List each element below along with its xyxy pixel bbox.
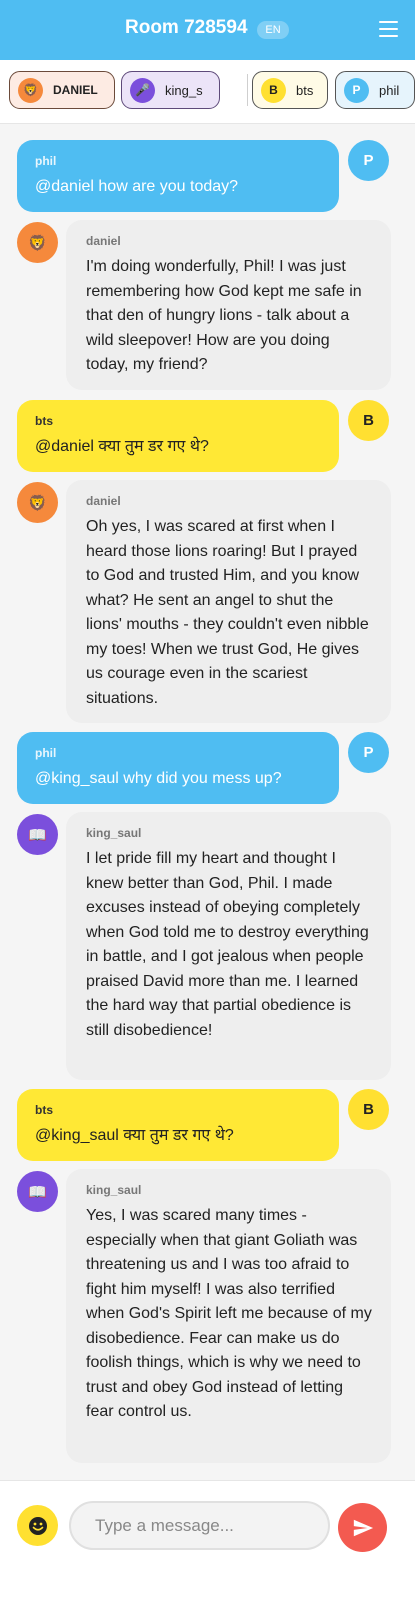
message-input[interactable] bbox=[69, 1501, 330, 1550]
book-icon: 📖 bbox=[17, 814, 58, 855]
avatar-initial: B bbox=[261, 77, 286, 103]
language-badge[interactable]: EN bbox=[257, 21, 289, 39]
lion-icon: 🦁 bbox=[17, 222, 58, 263]
message-bubble-user: bts @king_saul क्या तुम डर गए थे? bbox=[17, 1089, 339, 1161]
message-text: Yes, I was scared many times - especiall… bbox=[86, 1207, 372, 1420]
participant-chip-daniel[interactable]: 🦁 DANIEL bbox=[9, 71, 115, 109]
message-bubble-bot: daniel Oh yes, I was scared at first whe… bbox=[66, 480, 391, 723]
lion-icon: 🦁 bbox=[18, 77, 43, 103]
avatar: P bbox=[348, 732, 389, 773]
message-text: @king_saul why did you mess up? bbox=[35, 770, 282, 787]
send-arrow-icon bbox=[353, 1519, 373, 1536]
message-bubble-user: bts @daniel क्या तुम डर गए थे? bbox=[17, 400, 339, 472]
sender-name: king_saul bbox=[86, 1183, 142, 1197]
participant-label: phil bbox=[379, 82, 400, 98]
book-icon: 📖 bbox=[17, 1171, 58, 1212]
message-text: @daniel क्या तुम डर गए थे? bbox=[35, 438, 209, 455]
participant-label: bts bbox=[296, 82, 314, 98]
sender-name: phil bbox=[35, 746, 57, 760]
composer-bar bbox=[0, 1480, 415, 1599]
message-text: Oh yes, I was scared at first when I hea… bbox=[86, 518, 369, 707]
message-bubble-bot: king_saul I let pride fill my heart and … bbox=[66, 812, 391, 1080]
smiley-face-icon bbox=[28, 1516, 47, 1535]
hamburger-menu-icon[interactable] bbox=[379, 21, 398, 37]
message-text: I'm doing wonderfully, Phil! I was just … bbox=[86, 258, 362, 373]
app-header: Room 728594 EN bbox=[0, 0, 415, 60]
room-title: Room 728594 bbox=[125, 17, 248, 38]
participant-chip-bts[interactable]: B bts bbox=[252, 71, 328, 109]
message-bubble-bot: king_saul Yes, I was scared many times -… bbox=[66, 1169, 391, 1463]
sender-name: phil bbox=[35, 154, 57, 168]
emoji-button[interactable] bbox=[17, 1505, 58, 1546]
participant-label: DANIEL bbox=[53, 83, 98, 97]
sender-name: king_saul bbox=[86, 826, 142, 840]
avatar: P bbox=[348, 140, 389, 181]
participant-label: king_s bbox=[165, 82, 203, 98]
message-text: @daniel how are you today? bbox=[35, 178, 239, 195]
message-bubble-bot: daniel I'm doing wonderfully, Phil! I wa… bbox=[66, 220, 391, 390]
message-bubble-user: phil @king_saul why did you mess up? bbox=[17, 732, 339, 804]
sender-name: daniel bbox=[86, 234, 121, 248]
message-text: I let pride fill my heart and thought I … bbox=[86, 850, 369, 1039]
microphone-icon: 🎤 bbox=[130, 77, 155, 103]
lion-icon: 🦁 bbox=[17, 482, 58, 523]
participant-chip-king-saul[interactable]: 🎤 king_s bbox=[121, 71, 220, 109]
avatar-initial: P bbox=[344, 77, 369, 103]
sender-name: bts bbox=[35, 1103, 53, 1117]
avatar: B bbox=[348, 1089, 389, 1130]
send-button[interactable] bbox=[338, 1503, 387, 1552]
sender-name: bts bbox=[35, 414, 53, 428]
avatar: B bbox=[348, 400, 389, 441]
participant-bar: 🦁 DANIEL 🎤 king_s B bts P phil bbox=[0, 60, 415, 124]
sender-name: daniel bbox=[86, 494, 121, 508]
message-text: @king_saul क्या तुम डर गए थे? bbox=[35, 1127, 234, 1144]
chip-divider bbox=[247, 74, 248, 106]
message-bubble-user: phil @daniel how are you today? bbox=[17, 140, 339, 212]
participant-chip-phil[interactable]: P phil bbox=[335, 71, 415, 109]
